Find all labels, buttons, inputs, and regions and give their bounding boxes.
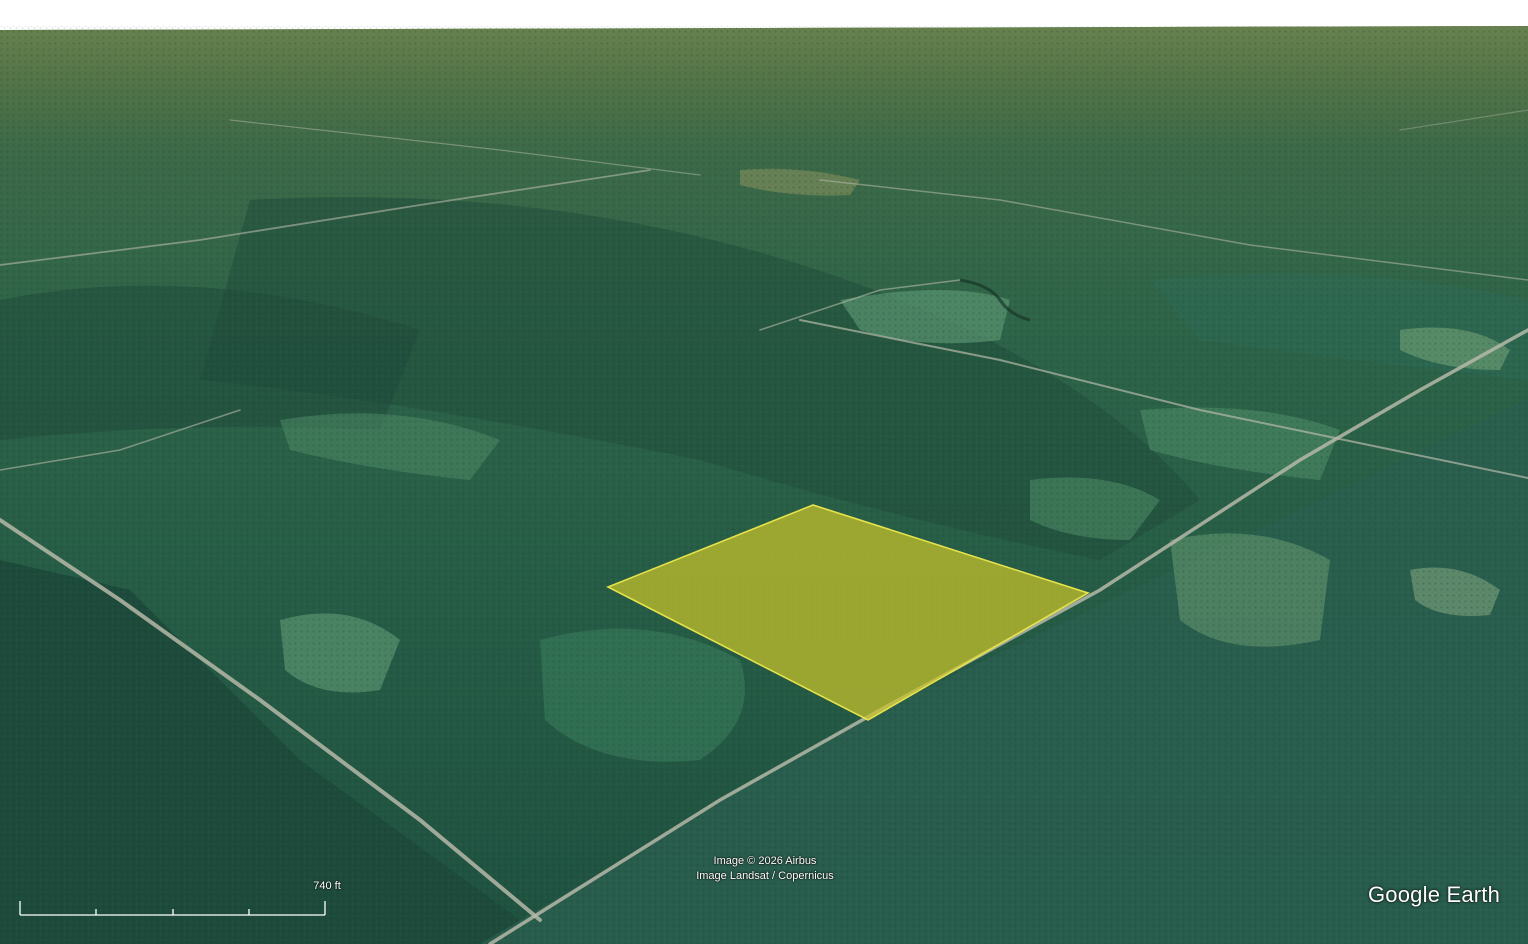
google-earth-logo: Google Earth: [1368, 882, 1501, 907]
map-view[interactable]: [0, 0, 1528, 944]
attribution-line-1: Image © 2026 Airbus: [713, 855, 817, 867]
scale-bar: [19, 901, 326, 916]
canopy-texture: [0, 26, 1528, 944]
imagery-attribution: Image © 2026 Airbus Image Landsat / Cope…: [615, 854, 915, 884]
attribution-line-2: Image Landsat / Copernicus: [696, 870, 834, 882]
scale-label: 740 ft: [313, 880, 341, 892]
sky: [0, 0, 1528, 30]
